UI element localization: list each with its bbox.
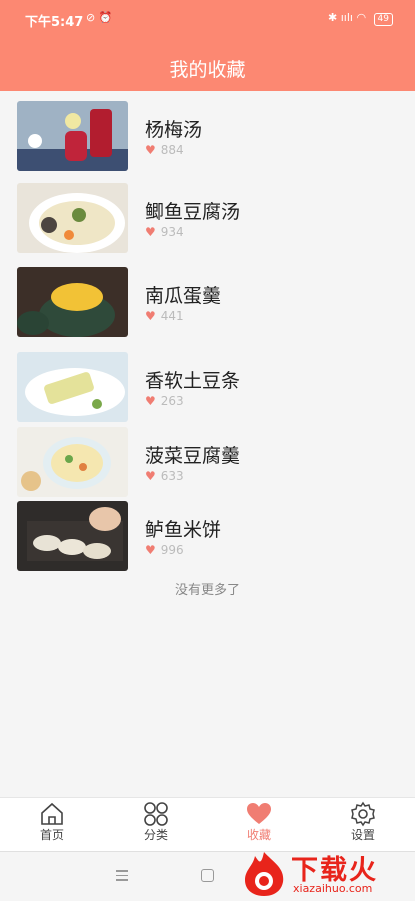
list-item[interactable]: 菠菜豆腐羹 ♥ 633 [0, 417, 415, 499]
grid-icon [144, 802, 168, 826]
tab-label: 设置 [350, 828, 375, 842]
recipe-name: 南瓜蛋羹 [145, 285, 222, 307]
heart-icon: ♥ [145, 143, 156, 157]
like-count-value: 633 [160, 469, 184, 483]
like-count: ♥ 934 [145, 225, 184, 239]
recipe-thumbnail [17, 352, 128, 422]
home-icon [41, 802, 63, 825]
notification-icon: ⊘ ⏰ [86, 11, 113, 24]
home-button-icon[interactable] [201, 869, 214, 882]
like-count: ♥ 441 [145, 309, 184, 323]
list-item[interactable]: 杨梅汤 ♥ 884 [0, 91, 415, 173]
heart-icon: ♥ [145, 309, 156, 323]
list-end-text: 没有更多了 [174, 583, 240, 598]
heart-icon: ♥ [145, 225, 156, 239]
flame-logo-icon [245, 852, 284, 896]
bluetooth-icon: ✱ [327, 11, 338, 24]
recipe-name: 鲫鱼豆腐汤 [145, 201, 241, 223]
list-item[interactable]: 鲈鱼米饼 ♥ 996 [0, 491, 415, 573]
list-item[interactable]: 南瓜蛋羹 ♥ 441 [0, 257, 415, 339]
tab-label: 收藏 [246, 828, 271, 842]
battery-icon: 49 [373, 13, 393, 26]
watermark-url: xiazaihuo.com [293, 882, 373, 895]
heart-icon [247, 803, 271, 824]
menu-icon[interactable] [116, 870, 128, 884]
recipe-thumbnail [17, 501, 128, 571]
wifi-icon: ◠ [356, 11, 367, 24]
heart-icon: ♥ [145, 543, 156, 557]
gear-icon [351, 801, 375, 827]
tab-category[interactable]: 分类 [104, 798, 208, 851]
recipe-thumbnail [17, 101, 128, 171]
list-item[interactable]: 鲫鱼豆腐汤 ♥ 934 [0, 173, 415, 255]
status-icons: ✱ ıılı ◠ 49 [328, 11, 393, 26]
like-count: ♥ 263 [145, 394, 184, 408]
list-item[interactable]: 香软土豆条 ♥ 263 [0, 342, 415, 424]
recipe-name: 菠菜豆腐羹 [145, 445, 241, 467]
tab-home[interactable]: 首页 [0, 798, 104, 851]
like-count-value: 996 [160, 543, 184, 557]
app-header: 我的收藏 [0, 38, 415, 91]
like-count-value: 263 [160, 394, 184, 408]
like-count: ♥ 633 [145, 469, 184, 483]
status-time: 下午5:47 [25, 15, 84, 30]
recipe-name: 杨梅汤 [145, 119, 203, 141]
page-title: 我的收藏 [169, 59, 246, 81]
tab-label: 首页 [39, 828, 64, 842]
watermark: 下载火 xiazaihuo.com [239, 846, 409, 900]
heart-icon: ♥ [145, 394, 156, 408]
tab-settings[interactable]: 设置 [311, 798, 415, 851]
recipe-thumbnail [17, 267, 128, 337]
like-count-value: 884 [160, 143, 184, 157]
recipe-thumbnail [17, 427, 128, 497]
like-count-value: 934 [160, 225, 184, 239]
heart-icon: ♥ [145, 469, 156, 483]
tab-label: 分类 [143, 828, 168, 842]
recipe-name: 香软土豆条 [145, 370, 241, 392]
tab-favorites[interactable]: 收藏 [207, 798, 311, 851]
recipe-thumbnail [17, 183, 128, 253]
like-count: ♥ 996 [145, 543, 184, 557]
status-bar: 下午5:47 ⊘ ⏰ ✱ ıılı ◠ 49 [0, 0, 415, 38]
signal-icon: ıılı [340, 11, 353, 24]
like-count-value: 441 [160, 309, 184, 323]
like-count: ♥ 884 [145, 143, 184, 157]
bottom-tab-bar: 首页 分类 收藏 设置 [0, 797, 415, 851]
recipe-name: 鲈鱼米饼 [145, 519, 222, 541]
